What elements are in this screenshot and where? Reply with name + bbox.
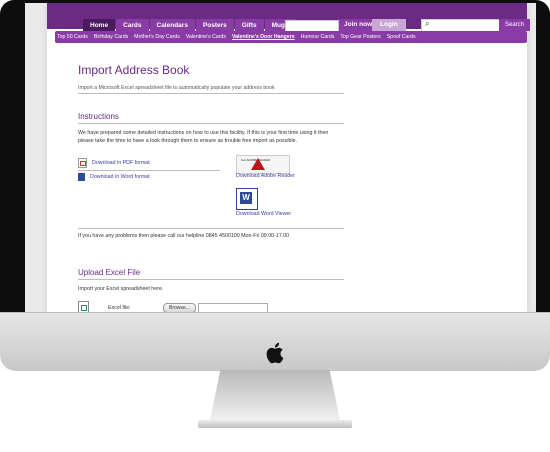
word-icon xyxy=(78,173,85,181)
subnav-spoof-cards[interactable]: Spoof Cards xyxy=(387,31,416,43)
web-page: Home Cards Calendars Posters Gifts Mugs … xyxy=(47,3,531,312)
page-title: Import Address Book xyxy=(78,63,190,77)
screen: Home Cards Calendars Posters Gifts Mugs … xyxy=(25,3,536,312)
imac-frame: Home Cards Calendars Posters Gifts Mugs … xyxy=(0,0,550,452)
browse-button[interactable]: Browse... xyxy=(163,303,196,312)
excel-icon xyxy=(78,301,89,312)
download-word-link[interactable]: Download in Word format xyxy=(78,173,150,181)
subnav-top-gear-posters[interactable]: Top Gear Posters xyxy=(340,31,380,43)
apple-logo-icon xyxy=(266,342,284,364)
subnav-mothers-day-cards[interactable]: Mother's Day Cards xyxy=(134,31,180,43)
subnav-humour-cards[interactable]: Humour Cards xyxy=(301,31,335,43)
download-adobe-reader-link[interactable]: Download Adobe Reader xyxy=(236,173,295,179)
subnav-valentines-cards[interactable]: Valentine's Cards xyxy=(186,31,226,43)
login-button[interactable]: Login xyxy=(372,19,406,31)
adobe-badge-text: Get ADOBE READER xyxy=(241,158,271,162)
monitor-base xyxy=(198,420,352,428)
upload-heading: Upload Excel File xyxy=(78,268,141,277)
adobe-reader-badge[interactable]: Get ADOBE READER xyxy=(236,155,290,174)
divider xyxy=(78,123,344,124)
upload-text: Import your Excel spreadsheet here. xyxy=(78,286,164,292)
search-button[interactable]: Search xyxy=(499,19,531,31)
excel-file-label: Excel file: xyxy=(108,305,131,311)
divider xyxy=(78,279,344,280)
page-intro: Import a Microsoft Excel spreadsheet fil… xyxy=(78,85,275,91)
monitor-stand xyxy=(210,370,340,420)
sub-nav: Top 50 Cards Birthday Cards Mother's Day… xyxy=(57,31,422,43)
instructions-text: We have prepared some detailed instructi… xyxy=(78,130,329,144)
download-pdf-link[interactable]: Download in PDF format xyxy=(78,158,150,168)
divider xyxy=(78,93,344,94)
pdf-icon xyxy=(78,158,87,168)
excel-file-input[interactable] xyxy=(198,303,268,312)
download-word-label: Download in Word format xyxy=(90,174,150,180)
download-word-viewer-link[interactable]: Download Word Viewer xyxy=(236,211,291,217)
instructions-heading: Instructions xyxy=(78,112,119,121)
subnav-top-50-cards[interactable]: Top 50 Cards xyxy=(57,31,88,43)
download-pdf-label: Download in PDF format xyxy=(92,160,150,166)
search-icon: ⌕ xyxy=(425,19,430,28)
helpline-text: If you have any problems then please cal… xyxy=(78,233,290,239)
subnav-valentines-door-hangers[interactable]: Valentine's Door Hangers xyxy=(232,31,295,43)
divider xyxy=(78,228,344,229)
subnav-birthday-cards[interactable]: Birthday Cards xyxy=(94,31,128,43)
word-viewer-icon[interactable]: W xyxy=(236,188,258,210)
divider xyxy=(78,170,220,171)
